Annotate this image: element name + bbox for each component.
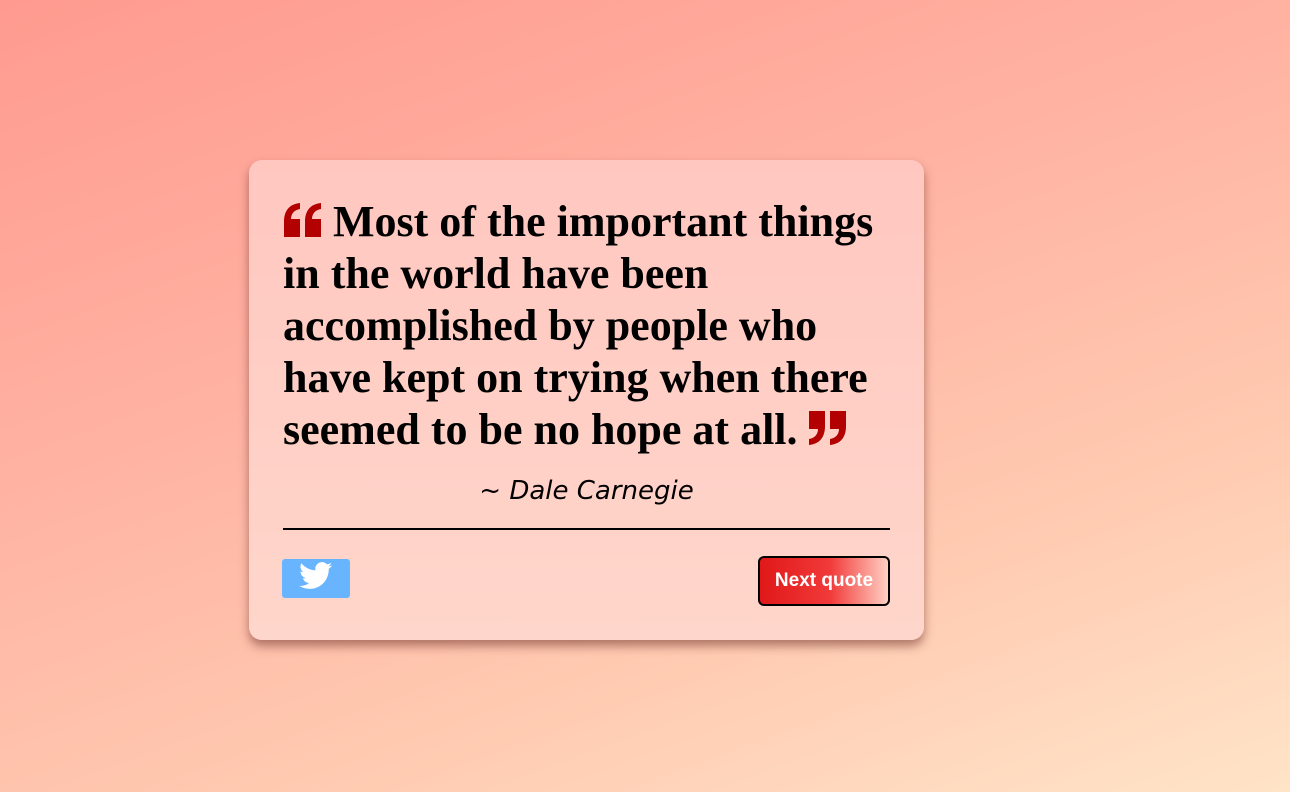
quote-text: Most of the important things in the worl… [283,197,874,454]
quote-author: ~ Dale Carnegie [479,476,694,506]
next-quote-button[interactable]: Next quote [758,556,890,606]
quote-open-icon [283,202,323,238]
quote-text-block: Most of the important things in the worl… [283,196,893,456]
divider [283,528,890,530]
twitter-icon [299,562,333,595]
tweet-button[interactable] [282,559,350,598]
quote-card: Most of the important things in the worl… [249,160,924,640]
quote-close-icon [808,410,848,446]
